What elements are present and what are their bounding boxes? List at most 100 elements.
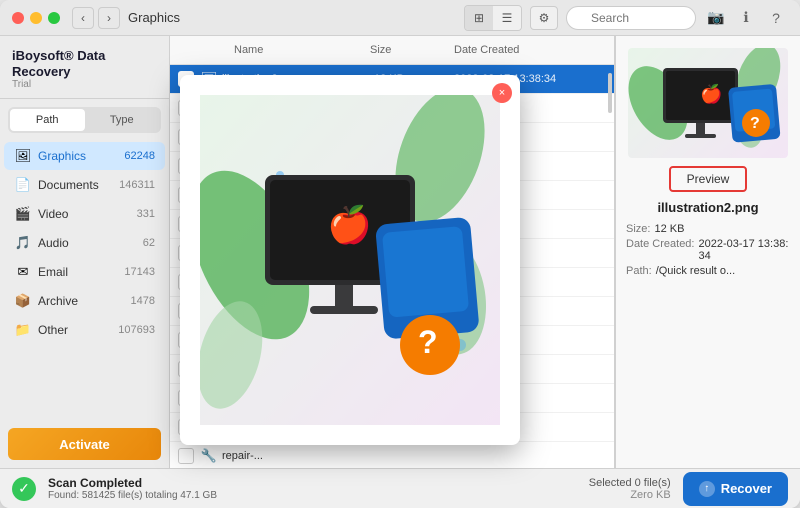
column-date: Date Created	[454, 44, 586, 56]
size-label: Size:	[626, 223, 650, 235]
size-value: 12 KB	[654, 223, 684, 235]
tab-path[interactable]: Path	[10, 109, 85, 131]
filter-button[interactable]: ⚙	[530, 6, 558, 30]
path-value: /Quick result o...	[656, 265, 735, 277]
info-icon[interactable]: ℹ	[734, 6, 758, 30]
date-value: 2022-03-17 13:38:34	[698, 238, 790, 262]
column-size: Size	[370, 44, 450, 56]
sidebar-item-video[interactable]: 🎬 Video 331	[4, 200, 165, 228]
sidebar-item-count: 146311	[119, 179, 155, 191]
traffic-lights	[12, 12, 60, 24]
toolbar-actions: ⊞ ☰ ⚙ 🔍 📷 ℹ ?	[464, 5, 788, 31]
svg-text:?: ?	[418, 324, 438, 360]
sidebar-item-count: 62	[143, 237, 155, 249]
scan-status-main: Scan Completed	[48, 476, 577, 490]
back-button[interactable]: ‹	[72, 7, 94, 29]
date-label: Date Created:	[626, 238, 694, 262]
file-icon: 🔧	[200, 447, 218, 465]
navigation-buttons: ‹ ›	[72, 7, 120, 29]
sidebar-items: 🖼 Graphics 62248 📄 Documents 146311 🎬 Vi…	[0, 137, 169, 420]
sidebar-item-other[interactable]: 📁 Other 107693	[4, 316, 165, 344]
grid-view-button[interactable]: ⊞	[465, 6, 493, 30]
svg-text:🍎: 🍎	[327, 203, 372, 245]
scan-status-sub: Found: 581425 file(s) totaling 47.1 GB	[48, 490, 577, 501]
column-name: Name	[234, 44, 366, 56]
minimize-button[interactable]	[30, 12, 42, 24]
close-button[interactable]	[12, 12, 24, 24]
file-name: repair-...	[222, 450, 374, 462]
tab-type[interactable]: Type	[85, 109, 160, 131]
sidebar-item-documents[interactable]: 📄 Documents 146311	[4, 171, 165, 199]
file-checkbox[interactable]	[178, 448, 194, 464]
preview-metadata: Size: 12 KB Date Created: 2022-03-17 13:…	[626, 223, 790, 280]
documents-icon: 📄	[14, 176, 32, 194]
forward-button[interactable]: ›	[98, 7, 120, 29]
sidebar-header: iBoysoft® Data Recovery Trial	[0, 36, 169, 99]
svg-text:?: ?	[750, 115, 760, 132]
app-trial: Trial	[12, 79, 157, 90]
activate-button[interactable]: Activate	[8, 428, 161, 460]
archive-icon: 📦	[14, 292, 32, 310]
overlay-illustration: 🍎 ?	[200, 95, 500, 425]
selected-info: Selected 0 file(s) Zero KB	[589, 477, 671, 501]
path-label: Path:	[626, 265, 652, 277]
sidebar-item-count: 17143	[124, 266, 155, 278]
help-icon[interactable]: ?	[764, 6, 788, 30]
sidebar-item-label: Graphics	[38, 149, 124, 163]
file-row[interactable]: 🔧 repair-...	[170, 442, 614, 468]
sidebar-item-label: Documents	[38, 178, 119, 192]
search-input[interactable]	[566, 6, 696, 30]
meta-path-row: Path: /Quick result o...	[626, 265, 790, 277]
list-view-button[interactable]: ☰	[493, 6, 521, 30]
selected-size: Zero KB	[589, 489, 671, 501]
scan-status: Scan Completed Found: 581425 file(s) tot…	[48, 476, 577, 501]
file-list-header: Name Size Date Created	[170, 36, 614, 65]
camera-icon[interactable]: 📷	[704, 6, 728, 30]
preview-filename: illustration2.png	[657, 200, 758, 215]
meta-date-row: Date Created: 2022-03-17 13:38:34	[626, 238, 790, 262]
preview-panel: 🍎 ? Preview illustration2.png Size: 1	[615, 36, 800, 468]
sidebar-item-label: Email	[38, 265, 124, 279]
preview-overlay: × 🍎 ?	[180, 75, 520, 445]
sidebar-item-count: 62248	[124, 150, 155, 162]
other-icon: 📁	[14, 321, 32, 339]
sidebar-item-count: 1478	[131, 295, 155, 307]
graphics-icon: 🖼	[14, 147, 32, 165]
svg-text:🍎: 🍎	[700, 83, 722, 104]
view-toggle: ⊞ ☰	[464, 5, 522, 31]
status-bar: ✓ Scan Completed Found: 581425 file(s) t…	[0, 468, 800, 508]
recover-button[interactable]: ↑ Recover	[683, 472, 788, 506]
scrollbar-thumb[interactable]	[608, 73, 612, 113]
recover-label: Recover	[721, 481, 772, 496]
mac-illustration-svg: 🍎 ?	[628, 48, 788, 158]
selected-files-count: Selected 0 file(s)	[589, 477, 671, 489]
sidebar-item-graphics[interactable]: 🖼 Graphics 62248	[4, 142, 165, 170]
preview-button[interactable]: Preview	[669, 166, 748, 192]
search-wrapper: 🔍	[566, 6, 696, 30]
recover-icon: ↑	[699, 481, 715, 497]
preview-thumbnail: 🍎 ?	[628, 48, 788, 158]
overlay-close-button[interactable]: ×	[492, 83, 512, 103]
scan-complete-icon: ✓	[12, 477, 36, 501]
audio-icon: 🎵	[14, 234, 32, 252]
sidebar-item-count: 331	[137, 208, 155, 220]
maximize-button[interactable]	[48, 12, 60, 24]
titlebar: ‹ › Graphics ⊞ ☰ ⚙ 🔍 📷 ℹ ?	[0, 0, 800, 36]
sidebar-item-label: Archive	[38, 294, 131, 308]
sidebar-tabs: Path Type	[8, 107, 161, 133]
sidebar-item-label: Video	[38, 207, 137, 221]
window-title: Graphics	[128, 10, 464, 25]
app-name: iBoysoft® Data Recovery	[12, 48, 157, 79]
sidebar-item-archive[interactable]: 📦 Archive 1478	[4, 287, 165, 315]
activate-section: Activate	[8, 428, 161, 460]
sidebar-item-count: 107693	[118, 324, 155, 336]
right-icons: 📷 ℹ ?	[704, 6, 788, 30]
video-icon: 🎬	[14, 205, 32, 223]
meta-size-row: Size: 12 KB	[626, 223, 790, 235]
sidebar: iBoysoft® Data Recovery Trial Path Type …	[0, 36, 170, 468]
sidebar-item-label: Audio	[38, 236, 143, 250]
email-icon: ✉	[14, 263, 32, 281]
sidebar-item-email[interactable]: ✉ Email 17143	[4, 258, 165, 286]
sidebar-item-audio[interactable]: 🎵 Audio 62	[4, 229, 165, 257]
sidebar-item-label: Other	[38, 323, 118, 337]
